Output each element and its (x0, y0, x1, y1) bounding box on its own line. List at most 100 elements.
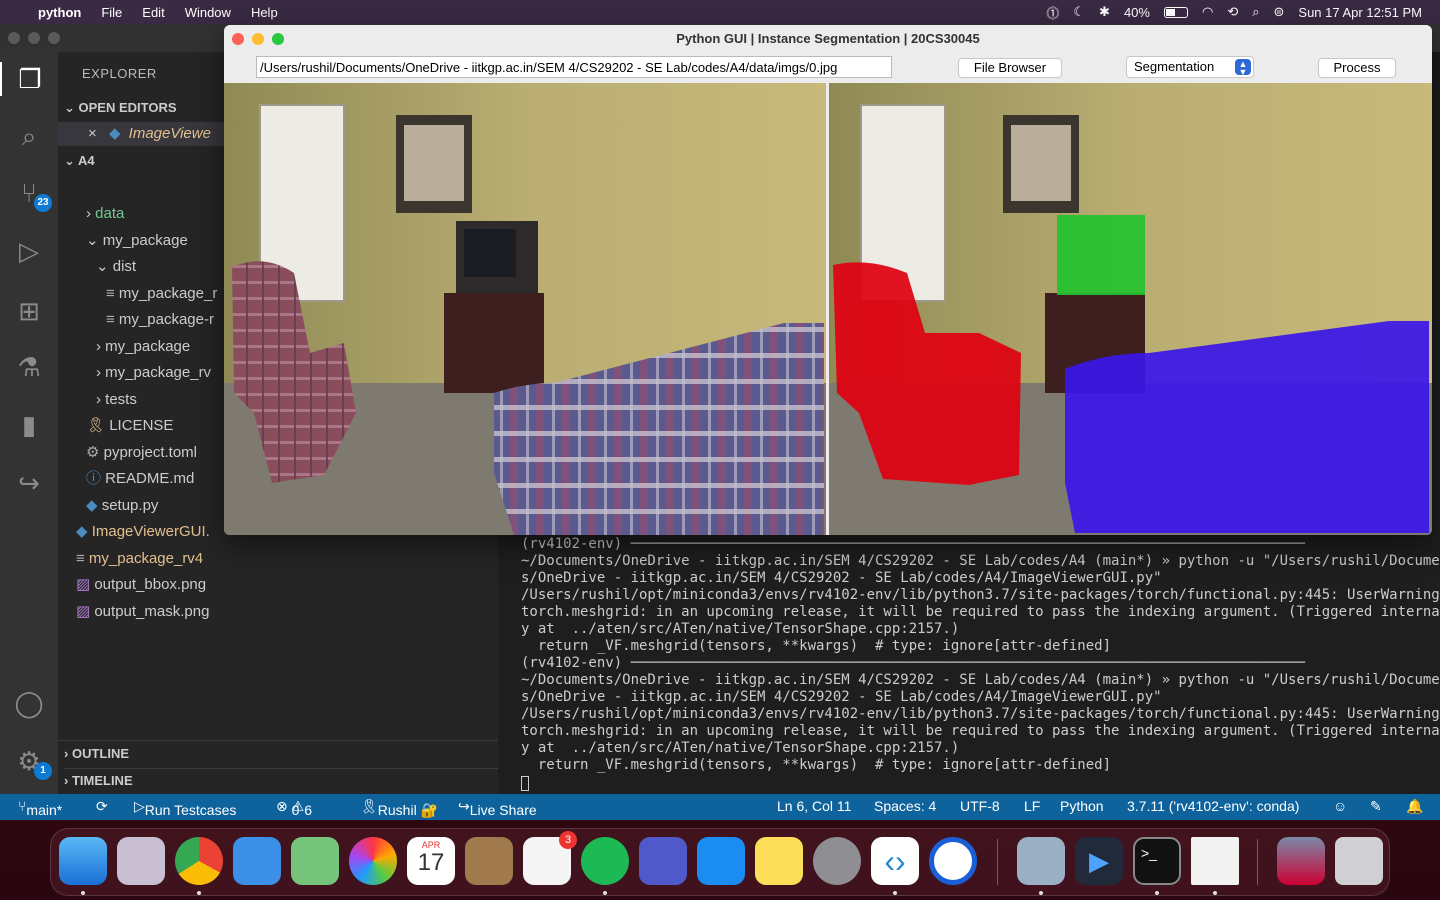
tree-item[interactable]: ⌄ dist (96, 255, 136, 279)
run-testcases-button[interactable]: ▷ Run Testcases (134, 798, 236, 818)
explorer-icon[interactable]: ❐ (0, 62, 58, 96)
downloads-stack-icon[interactable] (1277, 837, 1325, 885)
tree-item[interactable]: ⌄ my_package (86, 229, 188, 253)
zoom-app-icon[interactable]: ▶ (1075, 837, 1123, 885)
battery-icon[interactable] (1163, 6, 1188, 18)
folder-root[interactable]: ⌄ A4 (64, 149, 95, 173)
branch-indicator[interactable]: ⑂ main* (18, 798, 62, 818)
time-machine-icon[interactable]: ⟲ (1227, 4, 1238, 20)
eol-setting[interactable]: LF (1024, 798, 1040, 814)
maps-icon[interactable] (291, 837, 339, 885)
terminal-line: /Users/rushil/opt/miniconda3/envs/rv4102… (521, 706, 1440, 722)
problems-indicator[interactable]: ⊗ 0 ⚠ 6 (276, 798, 312, 818)
feedback-icon[interactable]: ✎ (1370, 798, 1382, 815)
finder-icon[interactable] (59, 837, 107, 885)
chevron-right-icon: › (96, 364, 106, 381)
outline-section[interactable]: › OUTLINE (64, 742, 129, 766)
control-center-icon[interactable]: ⊜ (1274, 4, 1285, 20)
app-store-icon[interactable] (697, 837, 745, 885)
live-share-button[interactable]: ↪ Live Share (458, 798, 537, 818)
python-launcher-icon[interactable] (1017, 837, 1065, 885)
search-icon[interactable]: ⌕ (12, 120, 46, 154)
tree-item[interactable]: ≡ my_package-r (106, 308, 214, 332)
chart-icon[interactable]: ▮ (12, 408, 46, 442)
tree-item[interactable]: ⓘ README.md (86, 467, 194, 491)
spotify-icon[interactable] (581, 837, 629, 885)
system-preferences-icon[interactable] (813, 837, 861, 885)
tree-item[interactable]: ⚙ pyproject.toml (86, 441, 197, 465)
testing-icon[interactable]: ⚗ (12, 350, 46, 384)
terminal-line: (rv4102-env) ───────────────────────────… (521, 536, 1305, 552)
tree-item[interactable]: › my_package_rv (96, 361, 211, 385)
python-file-icon: ◆ (76, 523, 92, 540)
terminal-icon[interactable]: >_ (1133, 837, 1181, 885)
bluetooth-icon[interactable]: ✱ (1099, 4, 1110, 20)
tree-item[interactable]: ≡ my_package_r (106, 282, 217, 306)
source-control-icon[interactable]: ⑂ 23 (12, 176, 52, 212)
cursor-position[interactable]: Ln 6, Col 11 (777, 798, 851, 814)
zoom-button[interactable] (48, 32, 60, 44)
tree-item[interactable]: ◆ ImageViewerGUI. (76, 520, 210, 544)
open-editors-section[interactable]: ⌄ OPEN EDITORS (64, 96, 177, 120)
extensions-icon[interactable]: ⊞ (12, 294, 46, 328)
menu-clock[interactable]: Sun 17 Apr 12:51 PM (1298, 5, 1422, 20)
account-status[interactable]: 🎗 Rushil 🔐 (360, 798, 438, 818)
terminal-panel[interactable]: (rv4102-env) ───────────────────────────… (498, 536, 1440, 794)
tree-item-label: my_package_r (118, 284, 218, 302)
run-debug-icon[interactable]: ▷ (12, 234, 46, 268)
file-browser-button[interactable]: File Browser (958, 58, 1062, 78)
menu-window[interactable]: Window (185, 5, 231, 20)
tree-item[interactable]: ▨ output_mask.png (76, 600, 209, 624)
onepassword-icon[interactable] (929, 837, 977, 885)
wifi-icon[interactable]: ◠ (1202, 4, 1213, 20)
user-label: Rushil 🔐 (377, 802, 439, 818)
settings-badge: 1 (34, 762, 52, 780)
battery-percent[interactable]: 40% (1124, 5, 1150, 20)
calendar-icon[interactable]: APR 17 (407, 837, 455, 885)
menu-file[interactable]: File (101, 5, 122, 20)
account-icon[interactable]: ◯ (12, 686, 46, 720)
timeline-section[interactable]: › TIMELINE (64, 768, 498, 792)
tree-item[interactable]: › tests (96, 388, 137, 412)
tree-item[interactable]: ▨ output_bbox.png (76, 573, 206, 597)
encoding-setting[interactable]: UTF-8 (960, 798, 1000, 814)
onepassword-status-icon[interactable]: ⓵ (1046, 3, 1059, 22)
copilot-icon[interactable]: ☺ (1333, 798, 1347, 814)
teams-icon[interactable] (639, 837, 687, 885)
moon-icon[interactable]: ☾ (1073, 4, 1085, 20)
language-mode[interactable]: Python (1060, 798, 1104, 814)
reminders-icon[interactable]: 3 (523, 831, 577, 885)
indent-setting[interactable]: Spaces: 4 (874, 798, 936, 814)
mode-select[interactable]: Segmentation ▲ ▼ (1126, 56, 1254, 78)
close-button[interactable] (8, 32, 20, 44)
document-icon[interactable] (1191, 837, 1239, 885)
bell-icon[interactable]: 🔔 (1406, 798, 1423, 815)
chrome-icon[interactable] (175, 837, 223, 885)
live-share-icon[interactable]: ↪ (12, 466, 46, 500)
photos-icon[interactable] (349, 837, 397, 885)
menu-help[interactable]: Help (251, 5, 278, 20)
updown-arrows-icon: ▲ ▼ (1235, 59, 1251, 77)
menu-app-name[interactable]: python (38, 5, 81, 20)
close-icon[interactable]: × (88, 125, 97, 142)
minimize-button[interactable] (28, 32, 40, 44)
menu-edit[interactable]: Edit (142, 5, 164, 20)
tree-item[interactable]: ≡ my_package_rv4 (76, 547, 203, 571)
mail-icon[interactable] (233, 837, 281, 885)
tree-item[interactable]: 🎗 LICENSE (86, 414, 173, 438)
image-path-input[interactable] (256, 56, 892, 78)
interpreter-selector[interactable]: 3.7.11 ('rv4102-env': conda) (1127, 798, 1299, 814)
notes-icon[interactable] (755, 837, 803, 885)
launchpad-icon[interactable] (117, 837, 165, 885)
sync-icon[interactable]: ⟳ (96, 798, 108, 815)
tree-item[interactable]: › data (86, 202, 124, 226)
tree-item-label: my_package (105, 337, 191, 355)
gear-icon[interactable]: ⚙ 1 (12, 744, 52, 780)
vscode-icon[interactable]: ‹› (871, 837, 919, 885)
contacts-icon[interactable] (465, 837, 513, 885)
tree-item[interactable]: › my_package (96, 335, 190, 359)
tree-item[interactable]: ◆ setup.py (86, 494, 158, 518)
trash-icon[interactable] (1335, 837, 1383, 885)
search-icon[interactable]: ⌕ (1252, 4, 1259, 20)
process-button[interactable]: Process (1318, 58, 1396, 78)
